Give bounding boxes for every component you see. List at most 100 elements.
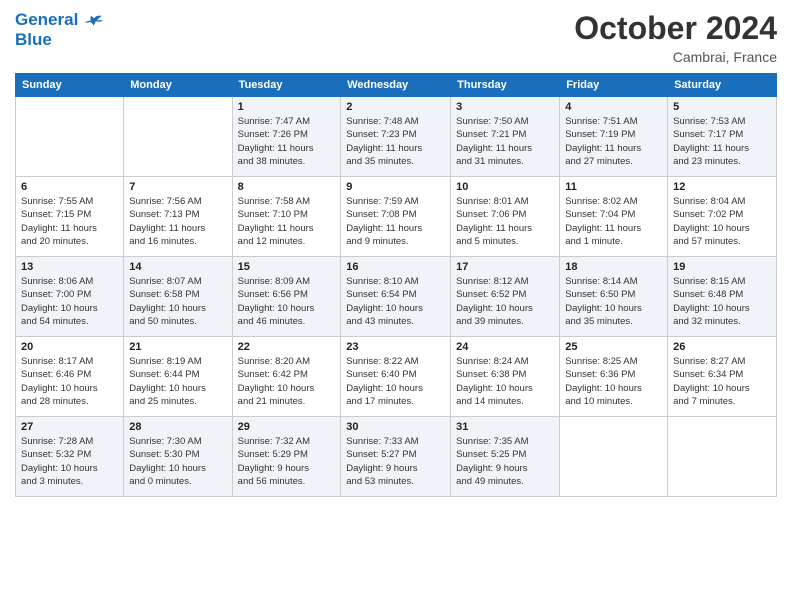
dow-header-tuesday: Tuesday [232, 74, 341, 97]
day-info: Sunrise: 7:55 AM Sunset: 7:15 PM Dayligh… [21, 195, 118, 248]
dow-header-saturday: Saturday [668, 74, 777, 97]
day-cell: 23 Sunrise: 8:22 AM Sunset: 6:40 PM Dayli… [341, 337, 451, 417]
day-info: Sunrise: 8:07 AM Sunset: 6:58 PM Dayligh… [129, 275, 226, 328]
day-number: 15 [238, 261, 336, 273]
day-number: 21 [129, 341, 226, 353]
day-cell [124, 97, 232, 177]
day-cell: 30 Sunrise: 7:33 AM Sunset: 5:27 PM Dayli… [341, 417, 451, 497]
day-info: Sunrise: 8:15 AM Sunset: 6:48 PM Dayligh… [673, 275, 771, 328]
day-number: 27 [21, 421, 118, 433]
day-cell: 19 Sunrise: 8:15 AM Sunset: 6:48 PM Dayli… [668, 257, 777, 337]
day-number: 2 [346, 101, 445, 113]
day-number: 23 [346, 341, 445, 353]
day-info: Sunrise: 8:19 AM Sunset: 6:44 PM Dayligh… [129, 355, 226, 408]
dow-header-monday: Monday [124, 74, 232, 97]
day-cell: 3 Sunrise: 7:50 AM Sunset: 7:21 PM Daylig… [451, 97, 560, 177]
day-info: Sunrise: 7:33 AM Sunset: 5:27 PM Dayligh… [346, 435, 445, 488]
day-cell: 7Sunrise: 7:56 AM Sunset: 7:13 PM Daylig… [124, 177, 232, 257]
day-number: 4 [565, 101, 662, 113]
day-cell: 15 Sunrise: 8:09 AM Sunset: 6:56 PM Dayli… [232, 257, 341, 337]
day-info: Sunrise: 7:58 AM Sunset: 7:10 PM Dayligh… [238, 195, 336, 248]
day-info: Sunrise: 7:59 AM Sunset: 7:08 PM Dayligh… [346, 195, 445, 248]
day-cell: 17Sunrise: 8:12 AM Sunset: 6:52 PM Dayli… [451, 257, 560, 337]
day-number: 13 [21, 261, 118, 273]
day-cell: 2 Sunrise: 7:48 AM Sunset: 7:23 PM Daylig… [341, 97, 451, 177]
day-info: Sunrise: 8:09 AM Sunset: 6:56 PM Dayligh… [238, 275, 336, 328]
day-number: 8 [238, 181, 336, 193]
day-cell [560, 417, 668, 497]
day-info: Sunrise: 8:24 AM Sunset: 6:38 PM Dayligh… [456, 355, 554, 408]
days-of-week-row: SundayMondayTuesdayWednesdayThursdayFrid… [16, 74, 777, 97]
day-cell [16, 97, 124, 177]
day-cell: 24 Sunrise: 8:24 AM Sunset: 6:38 PM Dayli… [451, 337, 560, 417]
week-row-2: 13Sunrise: 8:06 AM Sunset: 7:00 PM Dayli… [16, 257, 777, 337]
calendar: SundayMondayTuesdayWednesdayThursdayFrid… [15, 73, 777, 497]
day-number: 22 [238, 341, 336, 353]
day-number: 14 [129, 261, 226, 273]
day-cell: 18 Sunrise: 8:14 AM Sunset: 6:50 PM Dayli… [560, 257, 668, 337]
day-info: Sunrise: 7:53 AM Sunset: 7:17 PM Dayligh… [673, 115, 771, 168]
day-cell: 31Sunrise: 7:35 AM Sunset: 5:25 PM Dayli… [451, 417, 560, 497]
day-info: Sunrise: 7:47 AM Sunset: 7:26 PM Dayligh… [238, 115, 336, 168]
day-info: Sunrise: 8:17 AM Sunset: 6:46 PM Dayligh… [21, 355, 118, 408]
day-number: 7 [129, 181, 226, 193]
day-info: Sunrise: 8:27 AM Sunset: 6:34 PM Dayligh… [673, 355, 771, 408]
day-cell: 20 Sunrise: 8:17 AM Sunset: 6:46 PM Dayli… [16, 337, 124, 417]
day-info: Sunrise: 7:35 AM Sunset: 5:25 PM Dayligh… [456, 435, 554, 488]
day-number: 24 [456, 341, 554, 353]
day-number: 30 [346, 421, 445, 433]
day-cell: 13Sunrise: 8:06 AM Sunset: 7:00 PM Dayli… [16, 257, 124, 337]
location: Cambrai, France [574, 49, 777, 65]
day-cell: 27 Sunrise: 7:28 AM Sunset: 5:32 PM Dayli… [16, 417, 124, 497]
day-cell: 14 Sunrise: 8:07 AM Sunset: 6:58 PM Dayli… [124, 257, 232, 337]
day-info: Sunrise: 7:30 AM Sunset: 5:30 PM Dayligh… [129, 435, 226, 488]
day-info: Sunrise: 7:51 AM Sunset: 7:19 PM Dayligh… [565, 115, 662, 168]
day-number: 18 [565, 261, 662, 273]
calendar-body: 1 Sunrise: 7:47 AM Sunset: 7:26 PM Daylig… [16, 97, 777, 497]
dow-header-wednesday: Wednesday [341, 74, 451, 97]
day-info: Sunrise: 8:14 AM Sunset: 6:50 PM Dayligh… [565, 275, 662, 328]
day-number: 29 [238, 421, 336, 433]
day-info: Sunrise: 8:22 AM Sunset: 6:40 PM Dayligh… [346, 355, 445, 408]
day-number: 11 [565, 181, 662, 193]
day-info: Sunrise: 8:02 AM Sunset: 7:04 PM Dayligh… [565, 195, 662, 248]
day-number: 12 [673, 181, 771, 193]
day-info: Sunrise: 8:04 AM Sunset: 7:02 PM Dayligh… [673, 195, 771, 248]
day-cell: 8 Sunrise: 7:58 AM Sunset: 7:10 PM Daylig… [232, 177, 341, 257]
day-info: Sunrise: 7:50 AM Sunset: 7:21 PM Dayligh… [456, 115, 554, 168]
title-block: October 2024 Cambrai, France [574, 10, 777, 65]
dow-header-sunday: Sunday [16, 74, 124, 97]
day-number: 26 [673, 341, 771, 353]
day-cell: 25 Sunrise: 8:25 AM Sunset: 6:36 PM Dayli… [560, 337, 668, 417]
day-number: 1 [238, 101, 336, 113]
logo: General Blue [15, 10, 103, 49]
day-info: Sunrise: 8:10 AM Sunset: 6:54 PM Dayligh… [346, 275, 445, 328]
day-cell: 6 Sunrise: 7:55 AM Sunset: 7:15 PM Daylig… [16, 177, 124, 257]
day-info: Sunrise: 8:12 AM Sunset: 6:52 PM Dayligh… [456, 275, 554, 328]
logo-blue: Blue [15, 30, 103, 50]
day-cell: 29 Sunrise: 7:32 AM Sunset: 5:29 PM Dayli… [232, 417, 341, 497]
week-row-4: 27 Sunrise: 7:28 AM Sunset: 5:32 PM Dayli… [16, 417, 777, 497]
day-number: 9 [346, 181, 445, 193]
day-info: Sunrise: 7:48 AM Sunset: 7:23 PM Dayligh… [346, 115, 445, 168]
day-info: Sunrise: 8:25 AM Sunset: 6:36 PM Dayligh… [565, 355, 662, 408]
day-cell: 28Sunrise: 7:30 AM Sunset: 5:30 PM Dayli… [124, 417, 232, 497]
day-number: 20 [21, 341, 118, 353]
day-number: 10 [456, 181, 554, 193]
logo-bird-icon [85, 13, 103, 29]
day-number: 19 [673, 261, 771, 273]
header: General Blue October 2024 Cambrai, Franc… [15, 10, 777, 65]
day-cell: 10Sunrise: 8:01 AM Sunset: 7:06 PM Dayli… [451, 177, 560, 257]
day-info: Sunrise: 7:32 AM Sunset: 5:29 PM Dayligh… [238, 435, 336, 488]
page: General Blue October 2024 Cambrai, Franc… [0, 0, 792, 612]
day-number: 16 [346, 261, 445, 273]
day-number: 6 [21, 181, 118, 193]
day-number: 25 [565, 341, 662, 353]
day-info: Sunrise: 7:28 AM Sunset: 5:32 PM Dayligh… [21, 435, 118, 488]
day-cell: 1 Sunrise: 7:47 AM Sunset: 7:26 PM Daylig… [232, 97, 341, 177]
day-number: 3 [456, 101, 554, 113]
day-cell: 9 Sunrise: 7:59 AM Sunset: 7:08 PM Daylig… [341, 177, 451, 257]
dow-header-thursday: Thursday [451, 74, 560, 97]
week-row-3: 20 Sunrise: 8:17 AM Sunset: 6:46 PM Dayli… [16, 337, 777, 417]
week-row-0: 1 Sunrise: 7:47 AM Sunset: 7:26 PM Daylig… [16, 97, 777, 177]
